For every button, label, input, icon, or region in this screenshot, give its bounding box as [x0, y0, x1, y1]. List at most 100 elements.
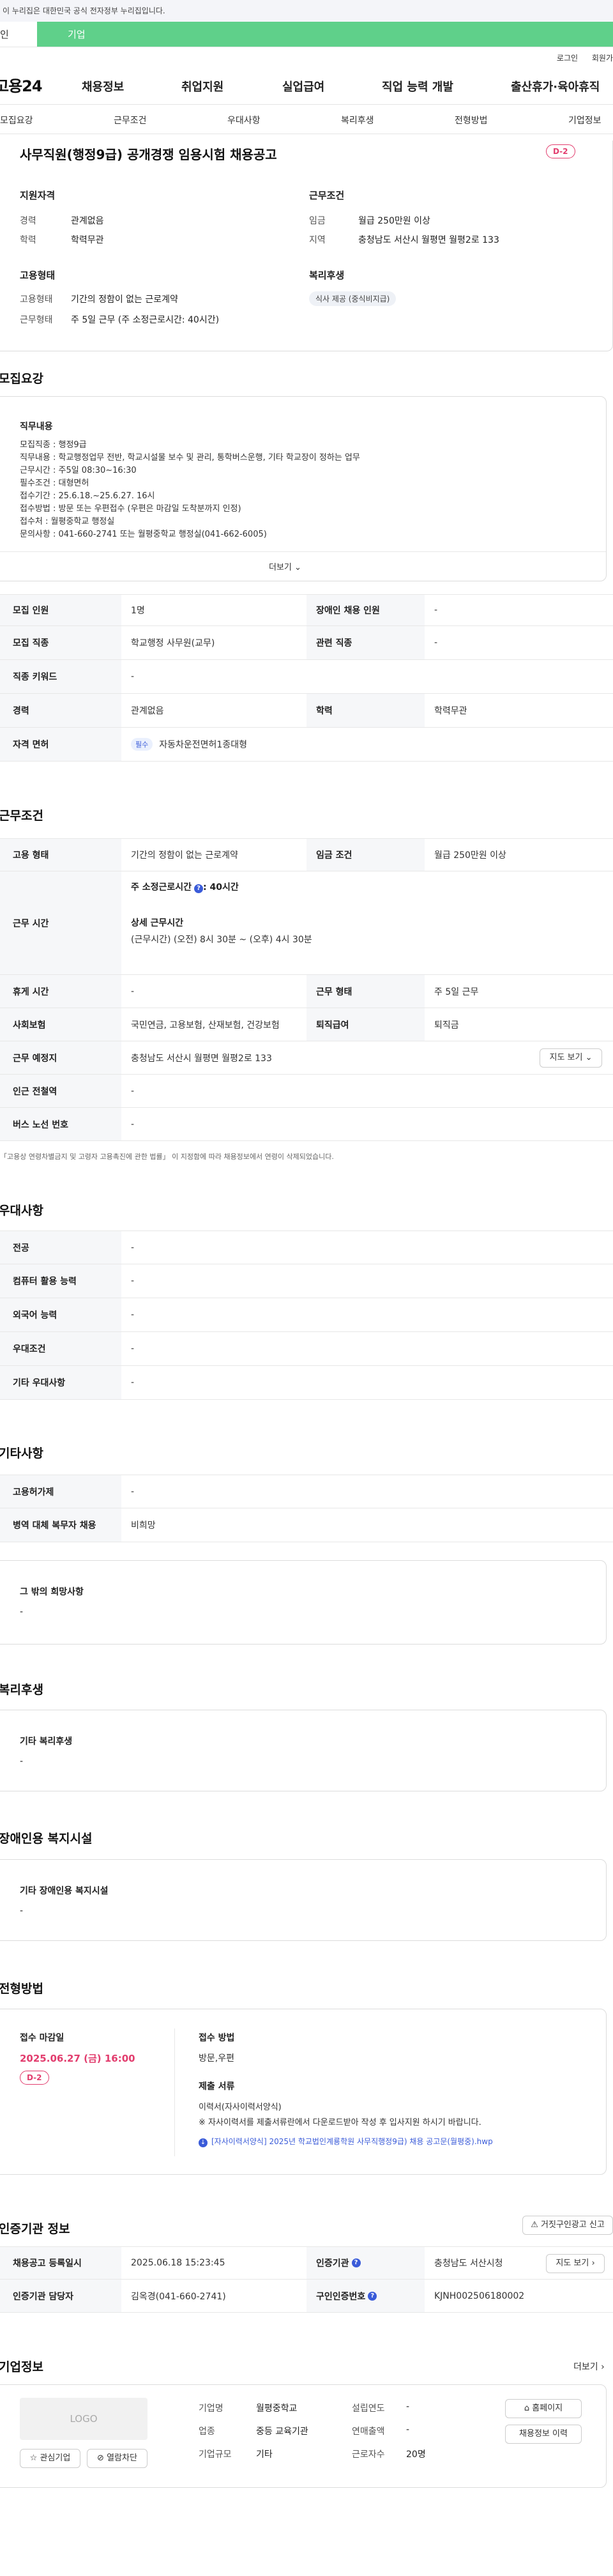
founded-value: - [406, 2402, 410, 2412]
cert-title: 인증기관 정보 [0, 2222, 70, 2236]
favorite-label: 관심기업 [40, 2453, 71, 2463]
wish-card: 그 밖의 희망사항 - [0, 1560, 607, 1644]
tab-screening[interactable]: 전형방법 [455, 114, 488, 126]
job-title: 사무직원(행정9급) 공개경쟁 임용시험 채용공고 [20, 147, 277, 162]
company-more-link[interactable]: 더보기 › [573, 2360, 605, 2373]
disability-card: 기타 장애인용 복지시설 - [0, 1859, 607, 1941]
row-head: 인증기관 담당자 [0, 2280, 121, 2312]
tab-corporate[interactable]: 기업 [37, 22, 613, 47]
deadline-dday-text: D-2 [20, 2071, 49, 2085]
map-button-label: 지도 보기 [549, 1053, 583, 1062]
gov-notice-text: 이 누리집은 대한민국 공식 전자정부 누리집입니다. [3, 6, 165, 15]
report-button[interactable]: ⚠ 거짓구인광고 신고 [522, 2216, 613, 2235]
row-head: 학력 [306, 694, 425, 727]
lower-content: 버스 노선 번호 - 「고용상 연령차별금지 및 고령자 고용촉진에 관한 법률」… [0, 1105, 613, 2576]
table-row: 모집 직종 학교행정 사무원(교무) 관련 직종 - [0, 626, 613, 660]
tab-company[interactable]: 기업정보 [568, 114, 602, 126]
emp-title: 고용형태 [20, 270, 56, 281]
row-value: - [434, 605, 438, 615]
table-row: 모집 인원 1명 장애인 채용 인원 - [0, 594, 613, 626]
download-icon: ↓ [199, 2138, 208, 2147]
table-row: 고용 형태 기간의 정함이 없는 근로계약 임금 조건 월급 250만원 이상 [0, 838, 613, 871]
info-icon[interactable]: ? [368, 2291, 377, 2301]
chevron-right-icon: › [591, 2258, 595, 2268]
recruit-section: 모집요강 직무내용 모집직종 : 행정9급 직무내용 : 학교행정업무 전반, … [0, 351, 613, 1108]
qual-title: 지원자격 [20, 190, 56, 201]
divider [0, 551, 606, 552]
company-title: 기업정보 [0, 2360, 43, 2374]
age-note: 「고용상 연령차별금지 및 고령자 고용촉진에 관한 법률」 이 지정함에 따라… [0, 1153, 334, 1161]
gnb-item-skills[interactable]: 직업 능력 개발 [382, 78, 453, 95]
table-row: 전공 - [0, 1230, 613, 1264]
weekly-hours: 주 소정근로시간?: 40시간 [131, 880, 239, 893]
recruit-title: 모집요강 [0, 372, 43, 386]
company-name-label: 기업명 [199, 2404, 223, 2414]
license-value: 자동차운전면허1종대형 [159, 740, 247, 750]
company-size-value: 기타 [256, 2450, 273, 2460]
tab-individual[interactable]: 인 [0, 22, 37, 47]
docs-label: 제출 서류 [199, 2082, 235, 2092]
table-row: 외국어 능력 - [0, 1298, 613, 1332]
util-links: 로그인 회원가 [0, 47, 613, 65]
weekly-hours-label: 주 소정근로시간 [131, 882, 192, 893]
tab-work[interactable]: 근무조건 [114, 114, 147, 126]
welfare-card: 기타 복리후생 - [0, 1710, 607, 1791]
row-head: 고용허가제 [0, 1475, 121, 1508]
row-value: 학력무관 [434, 706, 467, 716]
row-value: - [131, 1486, 135, 1497]
chevron-right-icon: › [601, 2362, 605, 2372]
row-value: 필수 자동차운전면허1종대형 [121, 728, 247, 761]
edu-label: 학력 [20, 235, 36, 245]
row-head: 사회보험 [0, 1008, 121, 1041]
row-value: - [131, 1276, 135, 1286]
gnb-item-unemployment[interactable]: 실업급여 [282, 78, 324, 95]
duty-line: 직무내용 : 학교행정업무 전반, 학교시설물 보수 및 관리, 통학버스운행,… [20, 453, 360, 463]
tab-recruit[interactable]: 모집요강 [0, 114, 33, 126]
favorite-company-button[interactable]: ☆ 관심기업 [20, 2449, 80, 2468]
row-value: 관계없음 [131, 706, 164, 716]
file-download-link[interactable]: ↓ [자사이력서양식] 2025년 학교법인계룡학원 사무직행정9급) 채용 공고… [199, 2136, 493, 2147]
more-button[interactable]: 더보기 ⌄ [269, 560, 301, 572]
gnb-item-jobs[interactable]: 채용정보 [82, 78, 124, 95]
tab-welfare[interactable]: 복리후생 [341, 114, 374, 126]
company-size-label: 기업규모 [199, 2450, 232, 2460]
login-link[interactable]: 로그인 [557, 54, 578, 63]
area-label: 지역 [309, 235, 326, 245]
job-history-button[interactable]: 채용정보 이력 [505, 2425, 582, 2444]
table-row: 인증기관 담당자 김옥경(041-660-2741) 구인인증번호? KJNH00… [0, 2280, 613, 2313]
table-row: 병역 대체 복무자 채용 비희망 [0, 1508, 613, 1542]
block-view-button[interactable]: ⊘ 열람차단 [87, 2449, 148, 2468]
row-value: - [131, 1119, 135, 1130]
duty-line: 문의사항 : 041-660-2741 또는 월평중학교 행정실(041-662… [20, 530, 267, 539]
signup-link[interactable]: 회원가 [592, 54, 613, 63]
cert-map-button[interactable]: 지도 보기 › [546, 2254, 605, 2273]
row-head: 고용 형태 [0, 839, 121, 871]
disability-title: 장애인용 복지시설 [0, 1832, 93, 1846]
gnb-item-parental-leave[interactable]: 출산휴가·육아휴직 [511, 78, 600, 95]
row-value: 비희망 [131, 1521, 156, 1531]
global-nav: 고용24 채용정보 취업지원 실업급여 직업 능력 개발 출산휴가·육아휴직 [0, 65, 613, 105]
industry-value: 중등 교육기관 [256, 2426, 308, 2437]
row-head: 휴게 시간 [0, 975, 121, 1008]
disability-sub: 기타 장애인용 복지시설 [20, 1886, 109, 1896]
chevron-down-icon: ⌄ [585, 1053, 593, 1062]
info-icon[interactable]: ? [194, 884, 204, 893]
duty-title: 직무내용 [20, 422, 53, 432]
row-value: 김옥경(041-660-2741) [131, 2291, 226, 2302]
row-head: 근무 형태 [306, 975, 425, 1008]
gnb-item-employment-support[interactable]: 취업지원 [181, 78, 223, 95]
row-value: - [131, 1085, 135, 1096]
tab-prefer[interactable]: 우대사항 [227, 114, 261, 126]
row-head: 경력 [0, 694, 121, 727]
row-head: 구인인증번호? [306, 2280, 425, 2312]
info-icon[interactable]: ? [351, 2258, 361, 2267]
row-value: - [131, 671, 135, 682]
deadline-value: 2025.06.27 (금) 16:00 [20, 2053, 135, 2064]
map-button[interactable]: 지도 보기 ⌄ [540, 1048, 602, 1068]
homepage-button[interactable]: ⌂ 홈페이지 [505, 2399, 582, 2418]
row-head: 퇴직급여 [306, 1008, 425, 1041]
cert-number-label: 구인인증번호 [316, 2291, 366, 2302]
row-head: 기타 우대사항 [0, 1366, 121, 1399]
site-logo[interactable]: 고용24 [0, 73, 43, 96]
table-row: 근무 예정지 충청남도 서산시 월평면 월평2로 133 지도 보기 ⌄ [0, 1041, 613, 1075]
